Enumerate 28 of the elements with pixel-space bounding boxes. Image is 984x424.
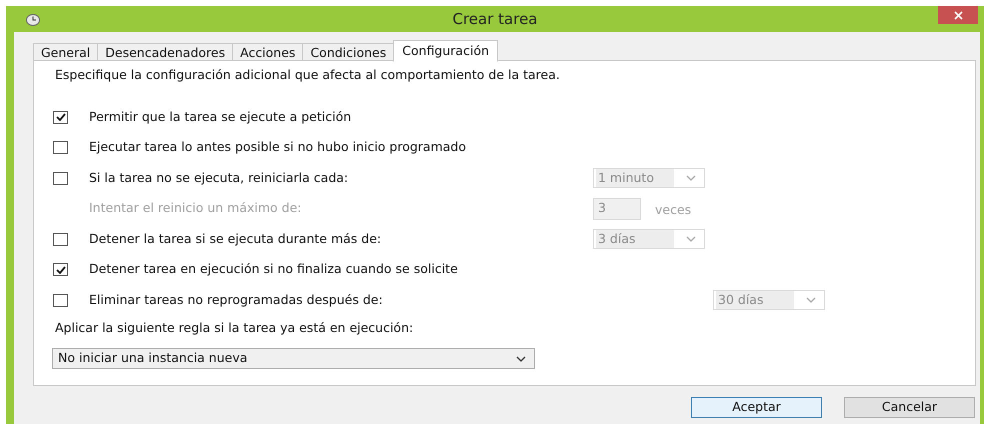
chevron-down-icon <box>686 175 696 181</box>
setting-label: Permitir que la tarea se ejecute a petición <box>89 108 352 126</box>
clock-icon <box>26 14 40 26</box>
rule-label: Aplicar la siguiente regla si la tarea ya está en ejecución: <box>55 319 414 337</box>
chevron-down-icon <box>806 297 816 303</box>
tab[interactable]: Configuración <box>393 40 498 62</box>
chevron-down-icon <box>686 236 696 242</box>
window-title: Crear tarea <box>452 10 538 28</box>
checkbox[interactable] <box>53 263 68 276</box>
close-button[interactable] <box>938 6 978 24</box>
setting-label: Si la tarea no se ejecuta, reiniciarla cada: <box>89 168 350 187</box>
setting-label: Eliminar tareas no reprogramadas después de: <box>89 290 384 309</box>
checkbox[interactable] <box>53 141 68 154</box>
close-icon <box>954 10 962 20</box>
chevron-down-icon <box>516 356 526 362</box>
description-text: Especifique la configuración adicional que afecta al comportamiento de la tarea. <box>55 66 560 84</box>
dialog-button[interactable]: Cancelar <box>844 397 975 418</box>
checkbox[interactable] <box>53 110 68 124</box>
setting-label: Detener la tarea si se ejecuta durante más de: <box>89 230 382 248</box>
unit-label: veces <box>655 201 692 220</box>
setting-label: Ejecutar tarea lo antes posible si no hubo inicio programado <box>89 138 468 156</box>
dialog-button[interactable]: Aceptar <box>691 397 822 418</box>
setting-label: Detener tarea en ejecución si no finaliza cuando se solicite <box>89 260 459 278</box>
setting-label: Intentar el reinicio un máximo de: <box>89 199 302 218</box>
checkbox[interactable] <box>53 232 68 246</box>
checkbox[interactable] <box>53 294 68 306</box>
checkbox[interactable] <box>53 172 68 184</box>
rule-dropdown[interactable]: No iniciar una instancia nueva <box>52 348 535 369</box>
